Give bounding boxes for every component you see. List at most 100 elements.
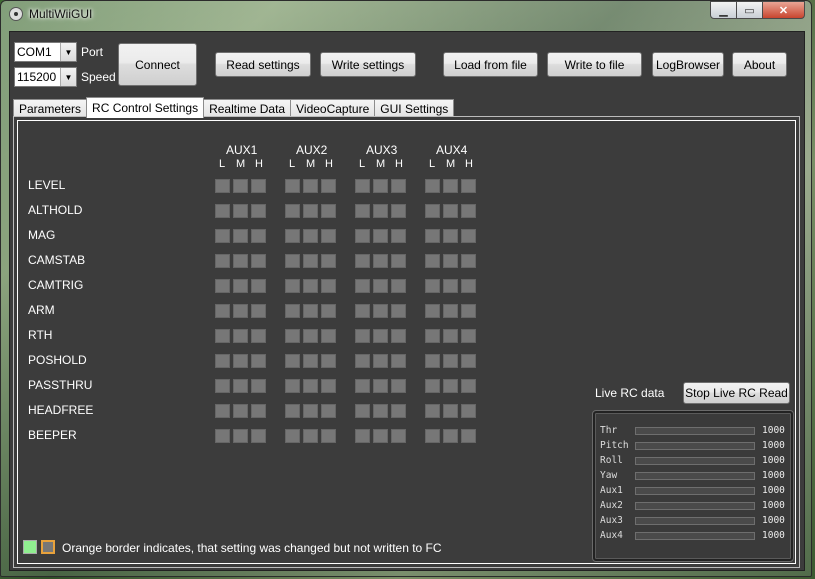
mode-checkbox[interactable] xyxy=(321,329,336,343)
mode-checkbox[interactable] xyxy=(321,254,336,268)
mode-checkbox[interactable] xyxy=(233,229,248,243)
mode-checkbox[interactable] xyxy=(233,379,248,393)
mode-checkbox[interactable] xyxy=(251,354,266,368)
mode-checkbox[interactable] xyxy=(251,204,266,218)
mode-checkbox[interactable] xyxy=(355,254,370,268)
mode-checkbox[interactable] xyxy=(461,354,476,368)
mode-checkbox[interactable] xyxy=(355,304,370,318)
stop-live-rc-button[interactable]: Stop Live RC Read xyxy=(683,382,790,404)
mode-checkbox[interactable] xyxy=(355,429,370,443)
chevron-down-icon[interactable]: ▼ xyxy=(60,43,76,61)
mode-checkbox[interactable] xyxy=(285,379,300,393)
mode-checkbox[interactable] xyxy=(285,304,300,318)
mode-checkbox[interactable] xyxy=(233,354,248,368)
read-settings-button[interactable]: Read settings xyxy=(215,52,311,77)
mode-checkbox[interactable] xyxy=(373,429,388,443)
mode-checkbox[interactable] xyxy=(443,204,458,218)
mode-checkbox[interactable] xyxy=(391,254,406,268)
mode-checkbox[interactable] xyxy=(425,329,440,343)
mode-checkbox[interactable] xyxy=(391,354,406,368)
write-to-file-button[interactable]: Write to file xyxy=(547,52,642,77)
mode-checkbox[interactable] xyxy=(285,279,300,293)
mode-checkbox[interactable] xyxy=(355,329,370,343)
mode-checkbox[interactable] xyxy=(443,179,458,193)
mode-checkbox[interactable] xyxy=(251,279,266,293)
mode-checkbox[interactable] xyxy=(303,204,318,218)
mode-checkbox[interactable] xyxy=(391,204,406,218)
mode-checkbox[interactable] xyxy=(285,404,300,418)
mode-checkbox[interactable] xyxy=(425,404,440,418)
mode-checkbox[interactable] xyxy=(251,229,266,243)
mode-checkbox[interactable] xyxy=(303,229,318,243)
mode-checkbox[interactable] xyxy=(233,204,248,218)
mode-checkbox[interactable] xyxy=(303,254,318,268)
write-settings-button[interactable]: Write settings xyxy=(320,52,416,77)
mode-checkbox[interactable] xyxy=(321,204,336,218)
speed-select[interactable]: 115200 ▼ xyxy=(14,67,77,87)
mode-checkbox[interactable] xyxy=(373,254,388,268)
close-button[interactable]: ✕ xyxy=(762,1,805,19)
mode-checkbox[interactable] xyxy=(285,329,300,343)
mode-checkbox[interactable] xyxy=(285,179,300,193)
mode-checkbox[interactable] xyxy=(303,379,318,393)
mode-checkbox[interactable] xyxy=(303,304,318,318)
mode-checkbox[interactable] xyxy=(425,204,440,218)
mode-checkbox[interactable] xyxy=(443,429,458,443)
mode-checkbox[interactable] xyxy=(215,204,230,218)
mode-checkbox[interactable] xyxy=(321,179,336,193)
mode-checkbox[interactable] xyxy=(321,229,336,243)
mode-checkbox[interactable] xyxy=(303,354,318,368)
mode-checkbox[interactable] xyxy=(251,329,266,343)
mode-checkbox[interactable] xyxy=(215,379,230,393)
mode-checkbox[interactable] xyxy=(461,404,476,418)
mode-checkbox[interactable] xyxy=(425,229,440,243)
mode-checkbox[interactable] xyxy=(233,429,248,443)
mode-checkbox[interactable] xyxy=(355,404,370,418)
mode-checkbox[interactable] xyxy=(251,404,266,418)
mode-checkbox[interactable] xyxy=(391,179,406,193)
mode-checkbox[interactable] xyxy=(425,304,440,318)
mode-checkbox[interactable] xyxy=(215,229,230,243)
mode-checkbox[interactable] xyxy=(373,204,388,218)
mode-checkbox[interactable] xyxy=(233,279,248,293)
mode-checkbox[interactable] xyxy=(461,329,476,343)
mode-checkbox[interactable] xyxy=(215,404,230,418)
mode-checkbox[interactable] xyxy=(285,229,300,243)
mode-checkbox[interactable] xyxy=(373,329,388,343)
mode-checkbox[interactable] xyxy=(321,379,336,393)
about-button[interactable]: About xyxy=(732,52,787,77)
mode-checkbox[interactable] xyxy=(425,279,440,293)
mode-checkbox[interactable] xyxy=(355,204,370,218)
mode-checkbox[interactable] xyxy=(355,279,370,293)
mode-checkbox[interactable] xyxy=(461,254,476,268)
mode-checkbox[interactable] xyxy=(355,179,370,193)
mode-checkbox[interactable] xyxy=(251,304,266,318)
mode-checkbox[interactable] xyxy=(251,254,266,268)
maximize-button[interactable]: ▭ xyxy=(736,1,763,19)
mode-checkbox[interactable] xyxy=(391,304,406,318)
mode-checkbox[interactable] xyxy=(285,354,300,368)
log-browser-button[interactable]: LogBrowser xyxy=(652,52,724,77)
mode-checkbox[interactable] xyxy=(443,329,458,343)
mode-checkbox[interactable] xyxy=(425,254,440,268)
mode-checkbox[interactable] xyxy=(391,329,406,343)
mode-checkbox[interactable] xyxy=(215,304,230,318)
mode-checkbox[interactable] xyxy=(303,179,318,193)
mode-checkbox[interactable] xyxy=(373,379,388,393)
mode-checkbox[interactable] xyxy=(233,304,248,318)
mode-checkbox[interactable] xyxy=(321,304,336,318)
mode-checkbox[interactable] xyxy=(461,179,476,193)
minimize-button[interactable]: ▁ xyxy=(710,1,737,19)
mode-checkbox[interactable] xyxy=(373,179,388,193)
mode-checkbox[interactable] xyxy=(303,329,318,343)
mode-checkbox[interactable] xyxy=(461,379,476,393)
mode-checkbox[interactable] xyxy=(321,404,336,418)
mode-checkbox[interactable] xyxy=(373,354,388,368)
mode-checkbox[interactable] xyxy=(251,179,266,193)
mode-checkbox[interactable] xyxy=(215,329,230,343)
mode-checkbox[interactable] xyxy=(443,279,458,293)
mode-checkbox[interactable] xyxy=(251,429,266,443)
mode-checkbox[interactable] xyxy=(303,279,318,293)
title-bar[interactable]: MultiWiiGUI ▁ ▭ ✕ xyxy=(1,1,811,29)
mode-checkbox[interactable] xyxy=(233,404,248,418)
